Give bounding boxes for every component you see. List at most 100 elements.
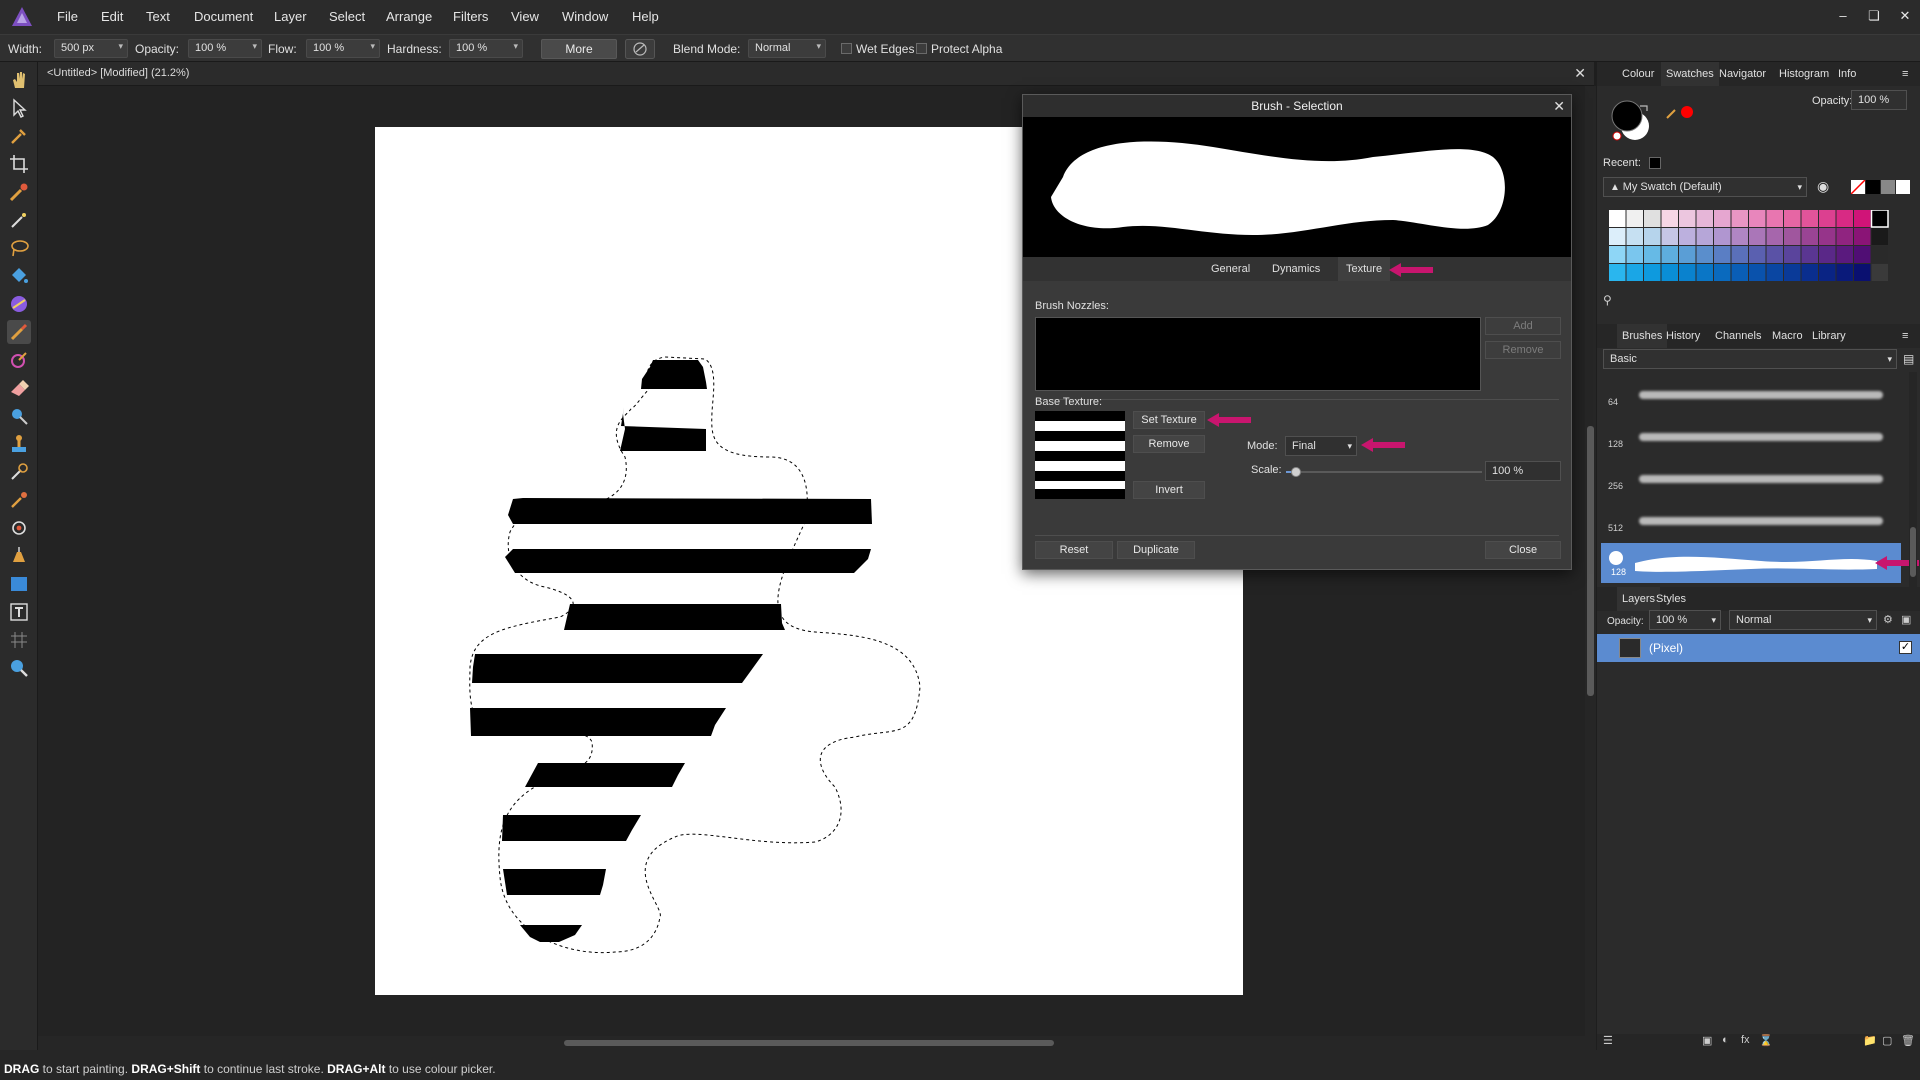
brushes-scroll-thumb[interactable] (1910, 527, 1916, 577)
layer-opacity-field[interactable]: 100 % ▾ (1649, 610, 1721, 630)
dodge-tool-icon[interactable] (7, 404, 31, 428)
swatch-color[interactable] (1784, 210, 1801, 227)
swatch-color[interactable] (1784, 264, 1801, 281)
menu-view[interactable]: View (511, 9, 539, 24)
swatch-color[interactable] (1609, 264, 1626, 281)
swatch-color[interactable] (1871, 246, 1889, 263)
add-group-icon[interactable]: 📁 (1863, 1034, 1877, 1047)
more-button[interactable]: More (541, 39, 617, 59)
swatch-color[interactable] (1871, 264, 1889, 281)
swatch-color[interactable] (1801, 264, 1819, 281)
fill-tool-icon[interactable] (7, 264, 31, 288)
recent-swatch[interactable] (1649, 157, 1661, 169)
fx-icon[interactable]: fx (1741, 1034, 1750, 1046)
swatch-color[interactable] (1714, 210, 1731, 227)
swatch-color[interactable] (1626, 228, 1644, 245)
swatch-view-icons[interactable] (1851, 180, 1911, 194)
opacity-field[interactable]: 100 % ▾ (188, 39, 262, 58)
paint-brush-tool-icon[interactable] (7, 320, 31, 344)
swatch-color[interactable] (1661, 228, 1679, 245)
swatch-color[interactable] (1696, 210, 1714, 227)
swatch-color[interactable] (1609, 246, 1626, 263)
swatch-color[interactable] (1731, 264, 1749, 281)
swatch-color[interactable] (1696, 264, 1714, 281)
close-button[interactable]: Close (1485, 541, 1561, 559)
swatch-color[interactable] (1714, 264, 1731, 281)
swatch-color[interactable] (1801, 246, 1819, 263)
tab-general[interactable]: General (1203, 257, 1258, 281)
swatch-color[interactable] (1819, 246, 1836, 263)
swatch-color[interactable] (1696, 228, 1714, 245)
flood-select-tool-icon[interactable] (7, 208, 31, 232)
restore-icon[interactable]: ❏ (1864, 6, 1884, 26)
colour-opacity-field[interactable]: 100 % (1851, 90, 1907, 110)
swatch-color[interactable] (1749, 264, 1766, 281)
layers-stack-icon[interactable]: ☰ (1603, 1034, 1613, 1047)
reset-button[interactable]: Reset (1035, 541, 1113, 559)
swatch-color[interactable] (1679, 228, 1696, 245)
swatch-color[interactable] (1749, 228, 1766, 245)
brush-item[interactable]: 512 (1605, 503, 1901, 543)
color-picker-tool-icon[interactable] (7, 124, 31, 148)
swatch-color[interactable] (1626, 246, 1644, 263)
set-texture-button[interactable]: Set Texture (1133, 411, 1205, 429)
palette-options-icon[interactable]: ◉ (1817, 178, 1829, 195)
brush-item-selected[interactable]: 128 (1601, 543, 1901, 583)
swatch-color[interactable] (1871, 210, 1889, 227)
menu-layer[interactable]: Layer (274, 9, 307, 24)
swatch-color[interactable] (1749, 210, 1766, 227)
swatch-color[interactable] (1731, 246, 1749, 263)
tab-macro[interactable]: Macro (1767, 324, 1808, 348)
dialog-close-icon[interactable]: ✕ (1553, 95, 1565, 117)
smudge-tool-icon[interactable] (7, 488, 31, 512)
swatch-color[interactable] (1626, 210, 1644, 227)
horizontal-scroll-thumb[interactable] (564, 1040, 1054, 1046)
swatch-color[interactable] (1644, 210, 1661, 227)
tab-colour[interactable]: Colour (1617, 62, 1659, 86)
clone-tool-icon[interactable] (7, 432, 31, 456)
mode-select[interactable]: Final ▾ (1285, 436, 1357, 456)
invert-texture-button[interactable]: Invert (1133, 481, 1205, 499)
menu-document[interactable]: Document (194, 9, 253, 24)
delete-layer-icon[interactable]: 🗑 (1901, 1034, 1915, 1047)
color-replacement-tool-icon[interactable] (7, 348, 31, 372)
swatch-color[interactable] (1661, 210, 1679, 227)
swatch-color[interactable] (1644, 246, 1661, 263)
add-layer-icon[interactable]: ▢ (1882, 1034, 1892, 1047)
tab-history[interactable]: History (1661, 324, 1705, 348)
wet-edges-checkbox[interactable] (841, 43, 852, 54)
lock-icon[interactable]: ▣ (1901, 613, 1911, 626)
crop-tool-icon[interactable] (7, 152, 31, 176)
document-tab[interactable]: <Untitled> [Modified] (21.2%) ✕ (38, 62, 1594, 86)
menu-window[interactable]: Window (562, 9, 608, 24)
live-filter-icon[interactable]: ⌛ (1759, 1034, 1773, 1047)
swatch-color[interactable] (1819, 228, 1836, 245)
tab-channels[interactable]: Channels (1710, 324, 1766, 348)
swatch-color[interactable] (1819, 210, 1836, 227)
brush-category-select[interactable]: Basic ▾ (1603, 349, 1897, 369)
scale-slider[interactable] (1286, 467, 1482, 477)
hand-tool-icon[interactable] (7, 68, 31, 92)
erase-tool-icon[interactable] (7, 376, 31, 400)
swatch-color[interactable] (1696, 246, 1714, 263)
swatch-color[interactable] (1836, 228, 1854, 245)
swatch-color[interactable] (1679, 264, 1696, 281)
mask-layer-icon[interactable]: ▣ (1702, 1034, 1712, 1047)
palette-select[interactable]: ▲ My Swatch (Default) ▾ (1603, 177, 1807, 197)
add-nozzle-button[interactable]: Add (1485, 317, 1561, 335)
red-eye-tool-icon[interactable] (7, 516, 31, 540)
menu-text[interactable]: Text (146, 9, 170, 24)
swatch-color[interactable] (1644, 264, 1661, 281)
swatch-color[interactable] (1766, 246, 1784, 263)
zoom-tool-icon[interactable] (7, 656, 31, 680)
tab-dynamics[interactable]: Dynamics (1264, 257, 1328, 281)
panel-menu-icon[interactable]: ≡ (1897, 62, 1913, 86)
layer-row[interactable]: (Pixel) ✓ (1597, 634, 1920, 662)
colour-wells[interactable] (1607, 96, 1697, 144)
blend-mode-select[interactable]: Normal ▾ (748, 39, 826, 58)
move-tool-icon[interactable] (7, 96, 31, 120)
mesh-warp-tool-icon[interactable] (7, 628, 31, 652)
swatch-color[interactable] (1661, 264, 1679, 281)
tab-brushes[interactable]: Brushes (1617, 324, 1668, 348)
scale-input[interactable]: 100 % (1485, 461, 1561, 481)
